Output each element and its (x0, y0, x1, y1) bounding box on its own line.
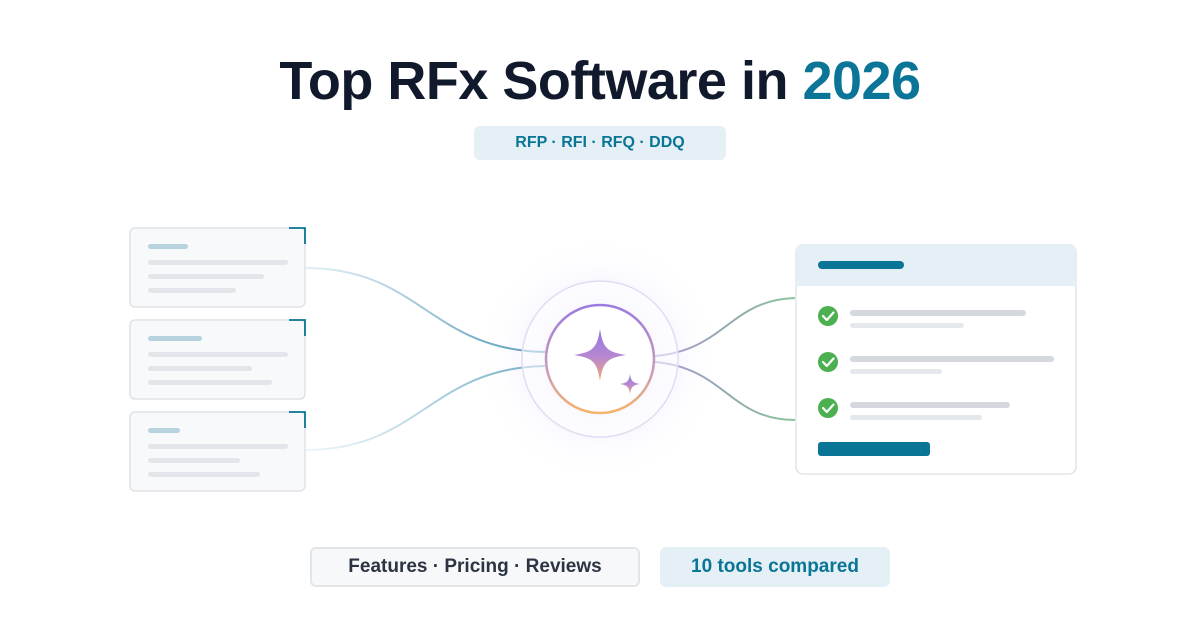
output-checklist-card (795, 244, 1077, 475)
workflow-illustration (129, 227, 1077, 492)
check-icon (818, 306, 838, 326)
check-icon (818, 398, 838, 418)
input-document-3 (129, 411, 306, 492)
input-document-2 (129, 319, 306, 400)
features-pricing-reviews-badge: Features · Pricing · Reviews (310, 547, 640, 587)
check-icon (818, 352, 838, 372)
input-document-1 (129, 227, 306, 308)
tools-compared-badge: 10 tools compared (660, 547, 890, 587)
ai-engine-node (475, 234, 725, 484)
card-action-bar (818, 442, 930, 456)
